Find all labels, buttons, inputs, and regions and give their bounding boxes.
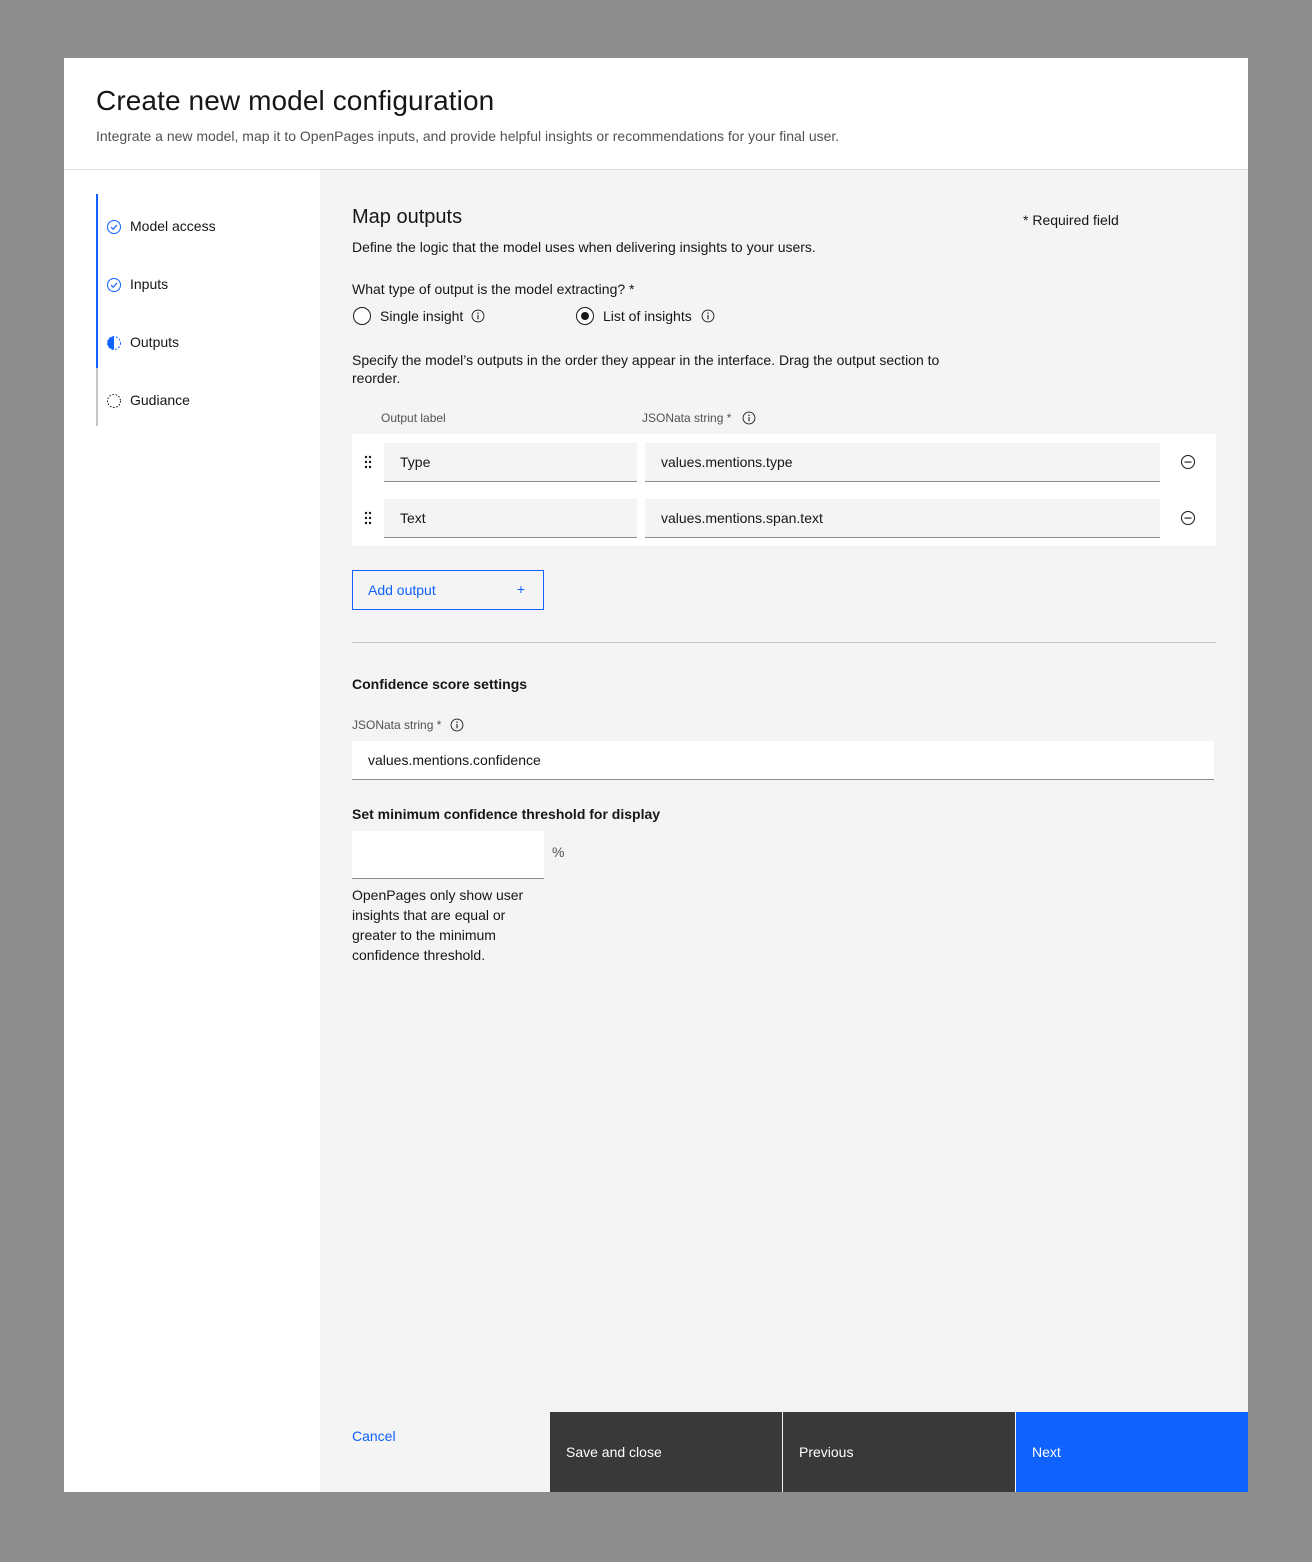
output-label-input[interactable]: Text xyxy=(384,499,637,538)
threshold-helper-text: OpenPages only show user insights that a… xyxy=(352,887,524,963)
radio-list-of-insights[interactable] xyxy=(576,307,594,325)
step-label: Outputs xyxy=(130,334,180,350)
section-heading: Map outputs xyxy=(352,206,463,228)
information-icon[interactable] xyxy=(701,309,715,323)
section-description: Define the logic that the model uses whe… xyxy=(352,239,816,255)
checkmark-outline-icon xyxy=(107,278,121,292)
step-model-access[interactable]: Model access xyxy=(96,194,296,252)
step-bar xyxy=(96,194,98,252)
column-header-jsonata: JSONata string * xyxy=(642,411,732,425)
output-type-question: What type of output is the model extract… xyxy=(352,281,635,297)
subtract-icon[interactable] xyxy=(1180,510,1196,526)
save-and-close-button[interactable]: Save and close xyxy=(550,1412,782,1492)
threshold-heading: Set minimum confidence threshold for dis… xyxy=(352,806,661,822)
progress-indicator: Model access Inputs Outputs Gudiance xyxy=(64,170,320,1492)
order-instruction: Specify the model’s outputs in the order… xyxy=(352,352,940,386)
modal-title: Create new model configuration xyxy=(96,85,495,116)
confidence-jsonata-input[interactable]: values.mentions.confidence xyxy=(352,741,1214,780)
next-button[interactable]: Next xyxy=(1016,1412,1248,1492)
output-label-input[interactable]: Type xyxy=(384,443,637,482)
add-output-button[interactable]: Add output + xyxy=(352,570,544,610)
add-icon: + xyxy=(516,581,525,597)
step-bar xyxy=(96,368,98,426)
step-label: Model access xyxy=(130,218,216,234)
drag-handle-icon[interactable] xyxy=(363,455,373,469)
modal-header: Create new model configuration Integrate… xyxy=(64,58,1248,170)
previous-button[interactable]: Previous xyxy=(783,1412,1015,1492)
main-panel: Map outputs * Required field Define the … xyxy=(320,170,1248,1492)
radio-single-insight[interactable] xyxy=(353,307,371,325)
step-label: Inputs xyxy=(130,276,169,292)
information-icon[interactable] xyxy=(450,718,464,732)
output-jsonata-input[interactable]: values.mentions.span.text xyxy=(645,499,1160,538)
add-output-label: Add output xyxy=(368,582,436,598)
required-field-note: * Required field xyxy=(1023,212,1119,228)
output-jsonata-input[interactable]: values.mentions.type xyxy=(645,443,1160,482)
column-header-output-label: Output label xyxy=(381,411,446,425)
confidence-heading: Confidence score settings xyxy=(352,676,528,692)
confidence-jsonata-label: JSONata string * xyxy=(352,718,442,732)
checkmark-outline-icon xyxy=(107,220,121,234)
circle-dash-icon xyxy=(107,394,121,408)
section-divider xyxy=(352,642,1216,643)
step-guidance[interactable]: Gudiance xyxy=(96,368,296,426)
subtract-icon[interactable] xyxy=(1180,454,1196,470)
step-outputs[interactable]: Outputs xyxy=(96,310,296,368)
cancel-button[interactable]: Cancel xyxy=(352,1428,396,1444)
modal: Create new model configuration Integrate… xyxy=(64,58,1248,1492)
modal-subtitle: Integrate a new model, map it to OpenPag… xyxy=(96,128,840,144)
information-icon[interactable] xyxy=(471,309,485,323)
step-label: Gudiance xyxy=(130,392,190,408)
threshold-input[interactable] xyxy=(352,831,544,879)
incomplete-half-icon xyxy=(107,336,121,350)
drag-handle-icon[interactable] xyxy=(363,511,373,525)
step-inputs[interactable]: Inputs xyxy=(96,252,296,310)
outputs-list: Type values.mentions.type Text values.me… xyxy=(352,434,1216,546)
threshold-unit: % xyxy=(552,844,565,860)
step-bar xyxy=(96,252,98,310)
information-icon[interactable] xyxy=(742,411,756,425)
radio-label: Single insight xyxy=(380,308,464,324)
step-bar xyxy=(96,310,98,368)
radio-label: List of insights xyxy=(603,308,692,324)
